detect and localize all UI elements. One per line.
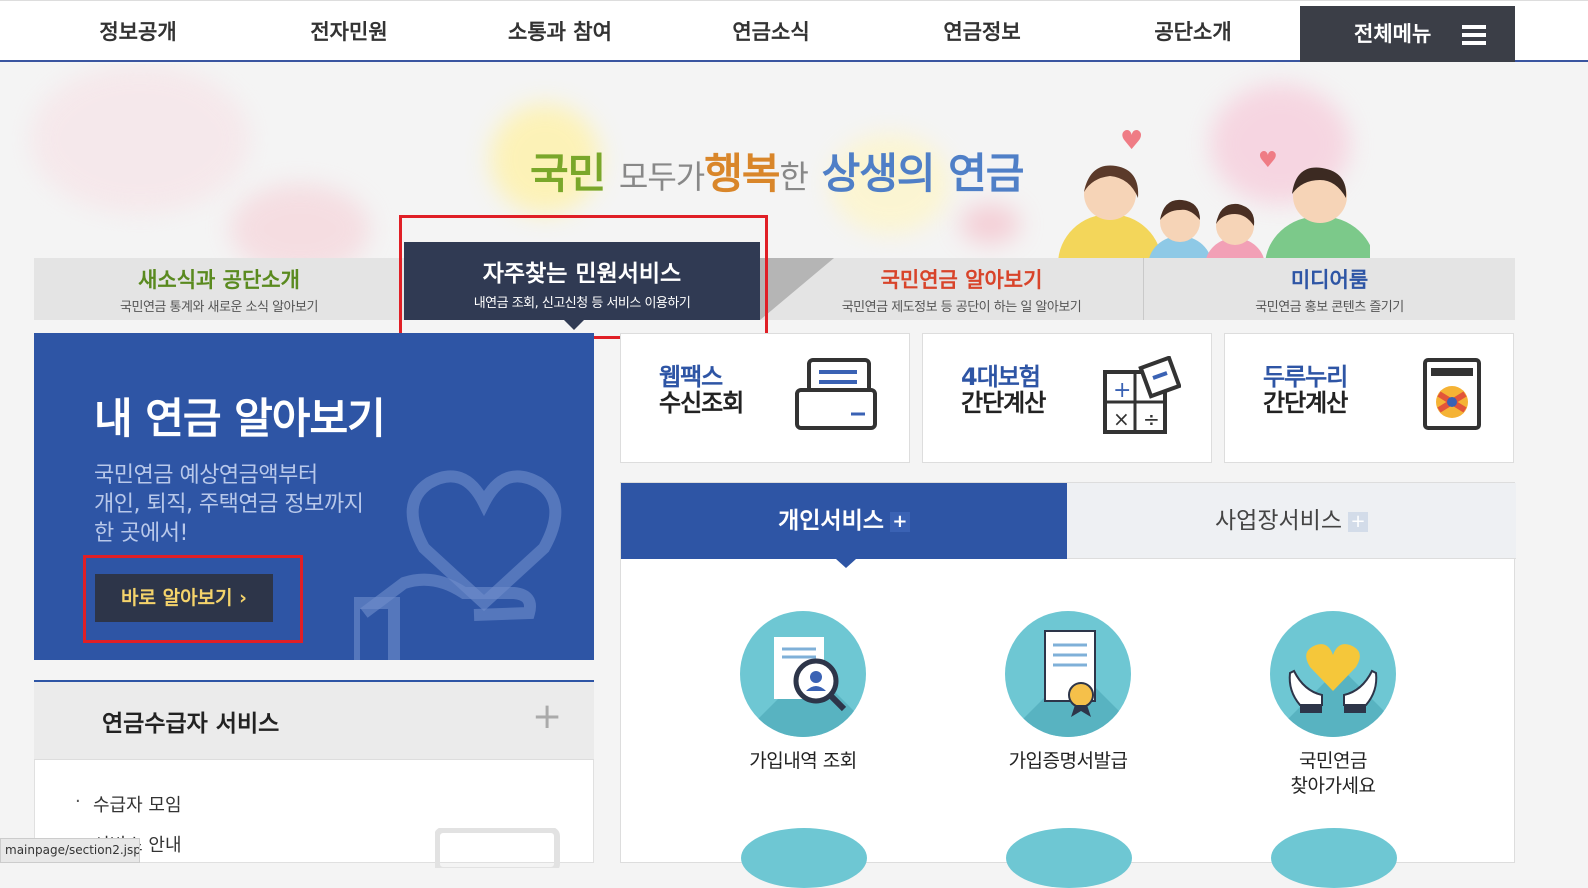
service-certificate-issue[interactable]: 가입증명서발급 (968, 611, 1168, 774)
nav-e-civil-service[interactable]: 전자민원 (269, 11, 429, 53)
service-label-line: 가입내역 조회 (749, 750, 857, 772)
slogan-word-1: 국민 (530, 149, 606, 198)
svg-text:×: × (1113, 407, 1130, 431)
tab-personal-service-label: 개인서비스 (778, 508, 884, 534)
status-bar-url: mainpage/section2.jsp (0, 838, 140, 863)
service-label-line: 국민연금 (1299, 750, 1367, 772)
quick-card-title-line1: 두루누리 (1263, 363, 1348, 391)
svg-text:+: + (1113, 378, 1131, 403)
hamburger-icon (1462, 25, 1486, 45)
tab-civil-service-title: 자주찾는 민원서비스 (482, 261, 682, 287)
quick-card-webfax[interactable]: 웹팩스 수신조회 (620, 333, 910, 463)
slogan-word-2: 모두가 (618, 158, 705, 196)
my-pension-title: 내 연금 알아보기 (94, 394, 386, 443)
tab-learn-pension[interactable]: 국민연금 알아보기 국민연금 제도정보 등 공단이 하는 일 알아보기 (780, 258, 1143, 320)
my-pension-desc: 국민연금 예상연금액부터 개인, 퇴직, 주택연금 정보까지 한 곳에서! (94, 461, 364, 548)
service-label: 가입증명서발급 (968, 749, 1168, 774)
service-icon-partial (1271, 828, 1397, 888)
quick-card-title-line2: 간단계산 (961, 389, 1046, 417)
quick-card-title: 웹팩스 수신조회 (659, 363, 744, 417)
nav-pension-info[interactable]: 연금정보 (902, 11, 1062, 53)
tab-business-service[interactable]: 사업장서비스 + (1067, 483, 1516, 559)
service-label-line: 찾아가세요 (1290, 775, 1376, 797)
nav-communication[interactable]: 소통과 참여 (480, 11, 640, 53)
service-label-line: 가입증명서발급 (1008, 750, 1128, 772)
plus-icon: + (532, 696, 563, 737)
service-visiting-pension[interactable]: 국민연금 찾아가세요 (1233, 611, 1433, 799)
service-membership-lookup[interactable]: 가입내역 조회 (703, 611, 903, 774)
hero-slogan: 국민 모두가행복한 상생의 연금 (530, 140, 1025, 201)
my-pension-desc-line: 개인, 퇴직, 주택연금 정보까지 (94, 492, 364, 517)
tab-news-about-sub: 국민연금 통계와 새로운 소식 알아보기 (120, 300, 318, 315)
my-pension-desc-line: 한 곳에서! (94, 521, 188, 546)
quick-card-4insurance[interactable]: 4대보험 간단계산 + × ÷ (922, 333, 1212, 463)
service-icon-partial (741, 828, 867, 888)
tab-media-room-sub: 국민연금 홍보 콘텐츠 즐기기 (1255, 300, 1404, 315)
quick-card-title-line2: 간단계산 (1263, 389, 1348, 417)
tab-media-room-title: 미디어룸 (1290, 268, 1369, 292)
tab-news-about[interactable]: 새소식과 공단소개 국민연금 통계와 새로운 소식 알아보기 (34, 258, 404, 320)
heart-icon: ♥ (1120, 126, 1144, 156)
tab-personal-service[interactable]: 개인서비스 + (621, 483, 1067, 559)
tab-learn-pension-title: 국민연금 알아보기 (880, 268, 1043, 292)
document-search-icon (740, 611, 866, 737)
tab-media-room[interactable]: 미디어룸 국민연금 홍보 콘텐츠 즐기기 (1144, 258, 1515, 320)
heart-hands-icon (1270, 611, 1396, 737)
my-pension-panel: 내 연금 알아보기 국민연금 예상연금액부터 개인, 퇴직, 주택연금 정보까지… (34, 333, 594, 660)
service-label: 국민연금 찾아가세요 (1233, 749, 1433, 799)
plus-icon: + (889, 511, 910, 532)
document-icon (435, 828, 560, 868)
quick-card-title: 두루누리 간단계산 (1263, 363, 1348, 417)
my-pension-desc-line: 국민연금 예상연금액부터 (94, 463, 318, 488)
quick-card-durunuri[interactable]: 두루누리 간단계산 (1224, 333, 1514, 463)
certificate-icon (1005, 611, 1131, 737)
calculator-icon: + × ÷ (1103, 356, 1181, 434)
quick-card-title: 4대보험 간단계산 (961, 363, 1046, 417)
slogan-word-3: 행복 (704, 149, 780, 198)
global-nav: 정보공개 전자민원 소통과 참여 연금소식 연금정보 공단소개 전체메뉴 (0, 0, 1588, 62)
hand-heart-icon (354, 470, 562, 660)
service-label: 가입내역 조회 (703, 749, 903, 774)
active-tab-pointer (564, 320, 584, 330)
svg-text:÷: ÷ (1143, 407, 1160, 431)
fax-icon (795, 358, 877, 430)
recipient-service-title: 연금수급자 서비스 (102, 711, 280, 737)
tab-learn-pension-sub: 국민연금 제도정보 등 공단이 하는 일 알아보기 (841, 300, 1082, 315)
go-check-button[interactable]: 바로 알아보기 › (95, 574, 273, 622)
family-illustration (1058, 165, 1370, 264)
durunuri-icon (1423, 358, 1481, 430)
all-menu-label: 전체메뉴 (1354, 22, 1432, 46)
nav-info-disclosure[interactable]: 정보공개 (58, 11, 218, 53)
slogan-word-4: 한 (779, 158, 809, 196)
quick-card-title-line1: 웹팩스 (659, 363, 723, 391)
service-panel: 개인서비스 + 사업장서비스 + 가입내역 조회 가입증명서발급 국민연금 찾아… (620, 482, 1516, 888)
plus-icon: + (1347, 511, 1368, 532)
tab-civil-service-sub: 내연금 조회, 신고신청 등 서비스 이용하기 (473, 296, 691, 311)
slogan-word-5: 상생의 연금 (821, 149, 1025, 198)
nav-pension-news[interactable]: 연금소식 (691, 11, 851, 53)
active-tab-pointer (836, 559, 856, 568)
list-item[interactable]: 수급자 모임 (75, 791, 181, 817)
quick-card-title-line2: 수신조회 (659, 389, 744, 417)
tab-news-about-title: 새소식과 공단소개 (138, 268, 300, 292)
quick-card-title-line1: 4대보험 (961, 363, 1041, 391)
nav-about[interactable]: 공단소개 (1113, 11, 1273, 53)
all-menu-button[interactable]: 전체메뉴 (1300, 6, 1515, 62)
recipient-service-accordion[interactable]: 연금수급자 서비스 + (34, 680, 594, 760)
service-icon-partial (1006, 828, 1132, 888)
tab-business-service-label: 사업장서비스 (1215, 508, 1342, 534)
tab-civil-service[interactable]: 자주찾는 민원서비스 내연금 조회, 신고신청 등 서비스 이용하기 (404, 242, 760, 320)
